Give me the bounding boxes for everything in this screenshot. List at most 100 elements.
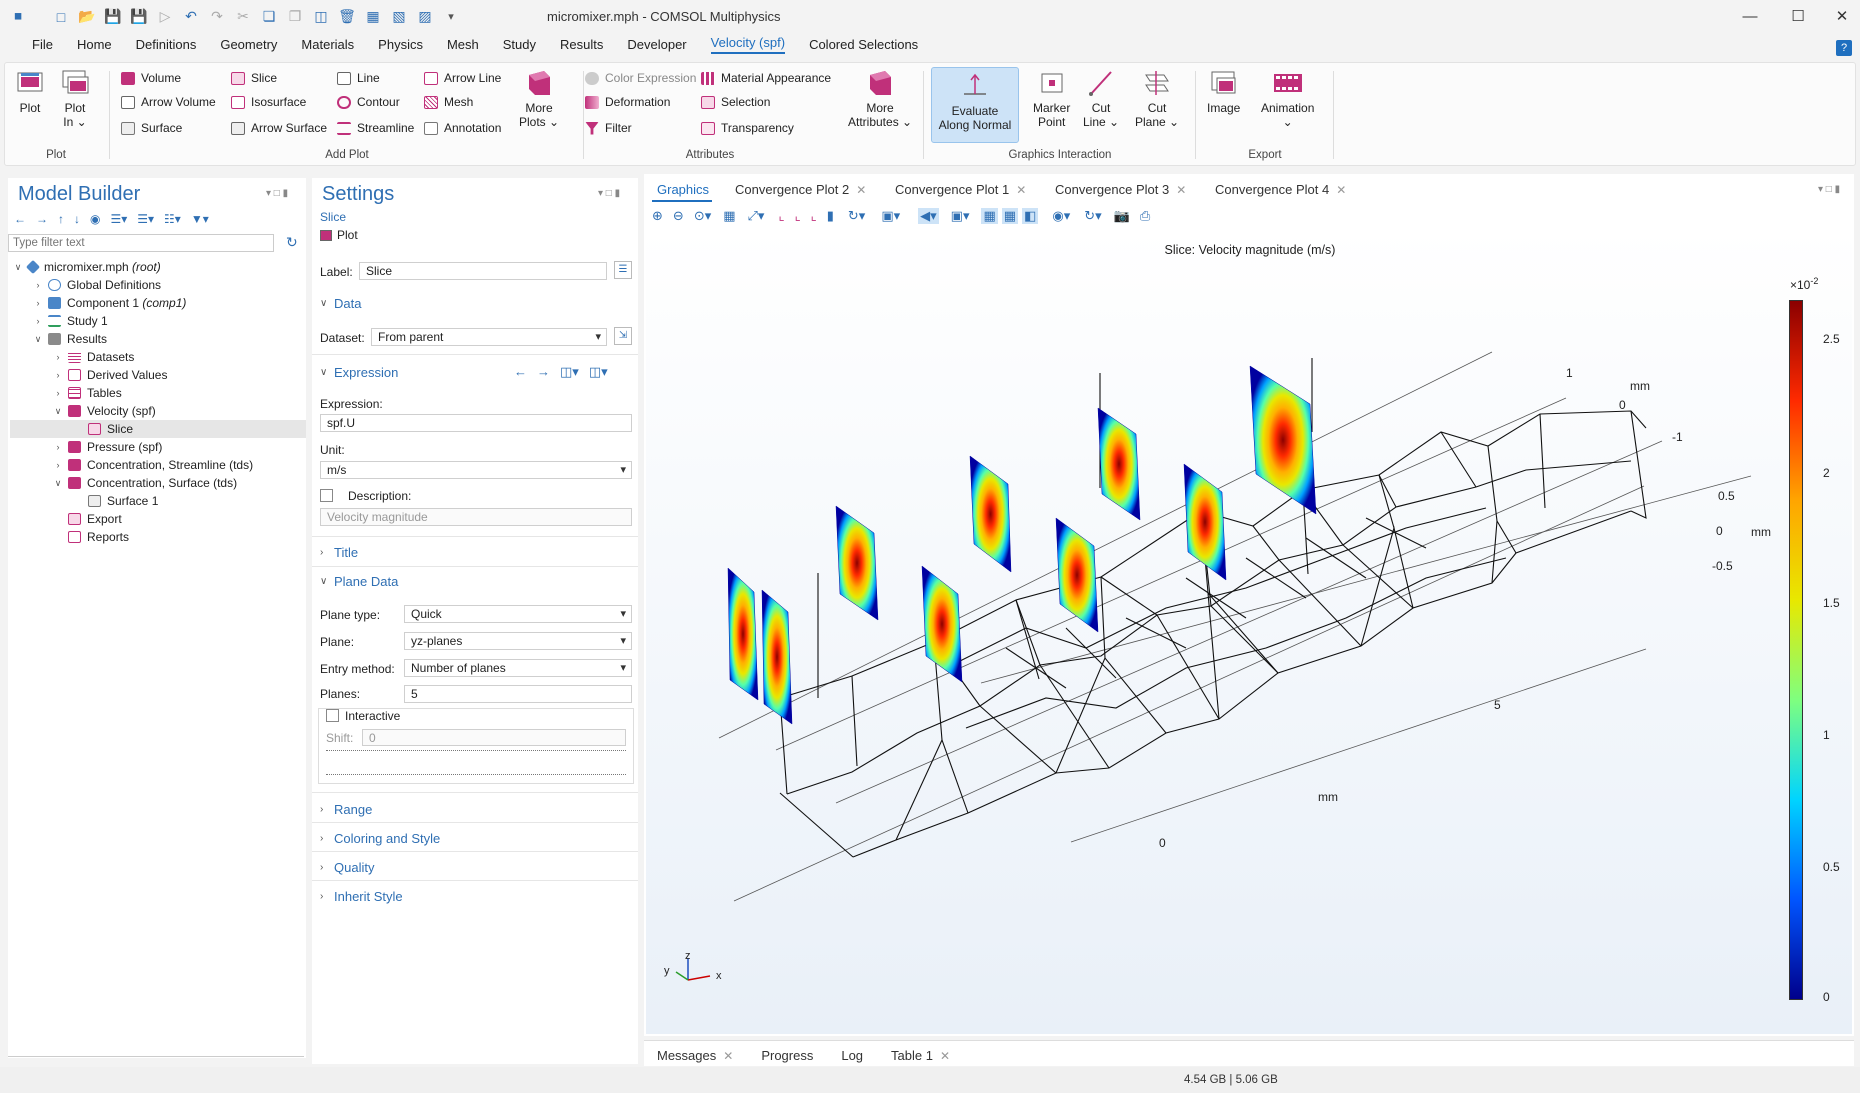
interactive-checkbox[interactable] — [326, 709, 339, 722]
node-label-icon[interactable]: ☰ — [614, 261, 632, 279]
rotate-icon[interactable]: ↻▾ — [848, 208, 865, 224]
arrow-volume-button[interactable]: Arrow Volume — [121, 93, 216, 111]
maximize-icon[interactable]: ☐ — [1780, 4, 1816, 28]
tree-node-derived-values[interactable]: › Derived Values — [52, 366, 168, 384]
tree-node-component-1[interactable]: › Component 1 (comp1) — [32, 294, 187, 312]
section-range[interactable]: › Range — [320, 802, 372, 817]
dataset-select[interactable]: From parent — [371, 328, 607, 346]
expand-icon[interactable]: ☰▾ — [110, 212, 127, 228]
tree-filter-input[interactable] — [8, 234, 274, 252]
open-file-icon[interactable]: 📂 — [77, 7, 97, 27]
clear-mesh-icon[interactable]: ▧ — [389, 7, 409, 27]
menu-developer[interactable]: Developer — [615, 33, 698, 61]
volume-button[interactable]: Volume — [121, 69, 181, 87]
more-plots-button[interactable]: More Plots ⌄ — [519, 69, 559, 129]
menu-definitions[interactable]: Definitions — [124, 33, 209, 61]
streamline-button[interactable]: Streamline — [337, 119, 414, 137]
evaluate-along-normal-button[interactable]: Evaluate Along Normal — [931, 67, 1019, 143]
tree-node-export[interactable]: Export — [52, 510, 122, 528]
menu-materials[interactable]: Materials — [289, 33, 366, 61]
isosurface-button[interactable]: Isosurface — [231, 93, 306, 111]
transparency-toggle-icon[interactable]: ◀▾ — [918, 208, 939, 224]
slice-button[interactable]: Slice — [231, 69, 277, 87]
tree-node-pressure-spf[interactable]: › Pressure (spf) — [52, 438, 163, 456]
view-xy-icon[interactable]: ⌞ — [778, 208, 784, 224]
close-tab-icon[interactable]: ✕ — [856, 183, 866, 197]
show-icon[interactable]: ◉ — [90, 212, 100, 228]
delete-icon[interactable]: 🗑 — [337, 7, 357, 27]
close-icon[interactable]: ✕ — [1824, 4, 1860, 28]
view-zx-icon[interactable]: ⌞ — [811, 208, 817, 224]
save-as-icon[interactable]: 💾 — [129, 7, 149, 27]
close-tab-icon[interactable]: ✕ — [1336, 183, 1346, 197]
help-icon[interactable]: ? — [1836, 40, 1852, 56]
close-tab-icon[interactable]: ✕ — [1016, 183, 1026, 197]
section-data[interactable]: ∨ Data — [320, 296, 361, 311]
compact-history-icon[interactable]: ▨ — [415, 7, 435, 27]
mesh-button[interactable]: Mesh — [424, 93, 473, 111]
replace-expression-back-icon[interactable]: ← — [514, 364, 527, 380]
undo-icon[interactable]: ↶ — [181, 7, 201, 27]
screenshot-icon[interactable]: 📷 — [1114, 208, 1130, 224]
menu-results[interactable]: Results — [548, 33, 615, 61]
menu-colored-selections[interactable]: Colored Selections — [797, 33, 930, 61]
more-attributes-button[interactable]: More Attributes ⌄ — [848, 69, 912, 129]
line-button[interactable]: Line — [337, 69, 380, 87]
shift-slider[interactable] — [326, 774, 626, 778]
plot-button[interactable]: Plot — [15, 69, 45, 115]
save-icon[interactable]: 💾 — [103, 7, 123, 27]
tree-node-concentration-surface[interactable]: ∨ Concentration, Surface (tds) — [52, 474, 237, 492]
zoom-out-icon[interactable]: ⊖ — [673, 208, 684, 224]
contour-button[interactable]: Contour — [337, 93, 400, 111]
zoom-box-icon[interactable]: ⊙▾ — [694, 208, 711, 224]
tab-convergence-plot-1[interactable]: Convergence Plot 1 ✕ — [895, 182, 1026, 202]
shift-input[interactable]: 0 — [362, 729, 626, 746]
arrow-surface-button[interactable]: Arrow Surface — [231, 119, 327, 137]
wireframe-icon[interactable]: ▦ — [981, 208, 998, 224]
tab-convergence-plot-2[interactable]: Convergence Plot 2 ✕ — [735, 182, 866, 202]
paste-icon[interactable]: ❐ — [285, 7, 305, 27]
insert-expression-icon[interactable]: ◫▾ — [560, 364, 579, 380]
tree-node-slice[interactable]: Slice — [10, 420, 306, 438]
replace-expression-forward-icon[interactable]: → — [537, 364, 550, 380]
scene-light-icon[interactable]: ▣▾ — [881, 208, 900, 224]
transparency-button[interactable]: Transparency — [701, 119, 794, 137]
axis-orientation-icon[interactable]: ⤢▾ — [748, 208, 765, 224]
description-checkbox[interactable] — [320, 489, 333, 502]
unit-select[interactable]: m/s — [320, 461, 632, 479]
close-tab-icon[interactable]: ✕ — [723, 1049, 733, 1063]
replace-expression-icon[interactable]: ◫▾ — [589, 364, 608, 380]
color-expression-button[interactable]: Color Expression — [585, 69, 696, 87]
refresh-icon[interactable]: ↻ — [286, 234, 298, 251]
print-icon[interactable]: ⎙ — [1140, 208, 1150, 224]
section-expression[interactable]: ∨ Expression — [320, 365, 398, 380]
tree-node-surface-1[interactable]: Surface 1 — [72, 492, 158, 510]
section-coloring-and-style[interactable]: › Coloring and Style — [320, 831, 440, 846]
move-down-icon[interactable]: ↓ — [74, 212, 80, 228]
tree-node-global-definitions[interactable]: › Global Definitions — [32, 276, 162, 294]
run-icon[interactable]: ▷ — [155, 7, 175, 27]
annotation-button[interactable]: Annotation — [424, 119, 501, 137]
section-plane-data[interactable]: ∨ Plane Data — [320, 574, 398, 589]
back-icon[interactable]: ← — [14, 212, 26, 228]
forward-icon[interactable]: → — [36, 212, 48, 228]
move-up-icon[interactable]: ↑ — [58, 212, 64, 228]
tree-node-study-1[interactable]: › Study 1 — [32, 312, 108, 330]
app-icon[interactable]: ◼ — [8, 7, 28, 27]
material-appearance-button[interactable]: Material Appearance — [701, 69, 831, 87]
tree-node-root[interactable]: ∨ micromixer.mph (root) — [12, 258, 161, 276]
tab-table-1[interactable]: Table 1 ✕ — [891, 1048, 950, 1063]
tab-convergence-plot-3[interactable]: Convergence Plot 3 ✕ — [1055, 182, 1186, 202]
surface-button[interactable]: Surface — [121, 119, 182, 137]
menu-file[interactable]: File — [20, 33, 65, 61]
planes-input[interactable]: 5 — [404, 685, 632, 703]
zoom-extents-icon[interactable]: ▦ — [723, 208, 735, 224]
tree-node-velocity-spf[interactable]: ∨ Velocity (spf) — [52, 402, 156, 420]
collapse-icon[interactable]: ☰▾ — [137, 212, 154, 228]
go-to-source-icon[interactable]: ⇲ — [614, 327, 632, 345]
panel-menu-icon[interactable]: ▾ □ ▮ — [1818, 184, 1840, 195]
description-input[interactable]: Velocity magnitude — [320, 508, 632, 526]
reset-hiding-icon[interactable]: ↻▾ — [1084, 208, 1101, 224]
duplicate-icon[interactable]: ◫ — [311, 7, 331, 27]
new-file-icon[interactable]: □ — [51, 7, 71, 27]
